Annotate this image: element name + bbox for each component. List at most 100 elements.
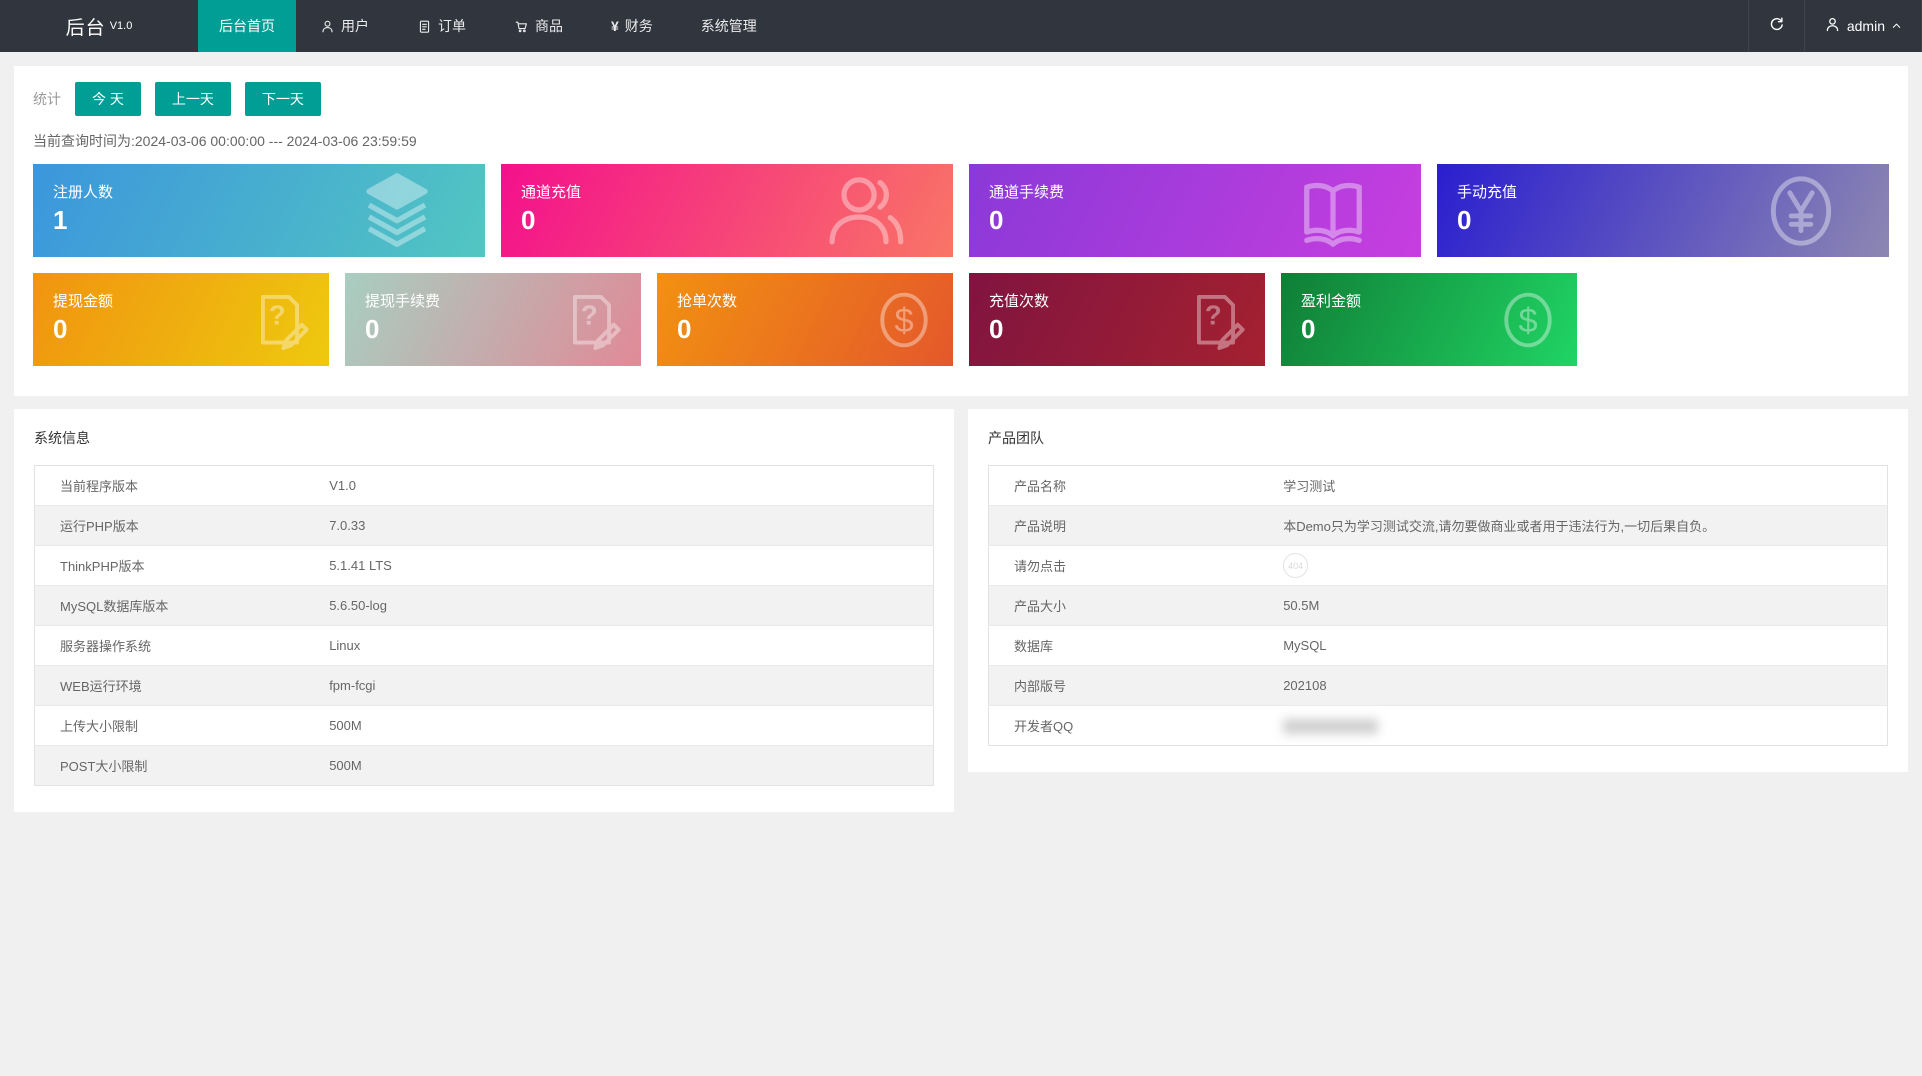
row-value: 7.0.33 <box>304 505 934 546</box>
row-label: 产品名称 <box>1014 479 1067 494</box>
svg-text:?: ? <box>269 299 286 330</box>
dollar-circle-icon: $ <box>871 287 937 353</box>
order-icon <box>417 19 432 34</box>
stat-card-1-2: 通道手续费 0 <box>969 164 1421 257</box>
redacted-value <box>1283 718 1379 734</box>
table-row: ThinkPHP版本 5.1.41 LTS <box>34 545 934 586</box>
row-label: POST大小限制 <box>34 745 305 786</box>
dollar-circle-icon: $ <box>1495 287 1561 353</box>
svg-text:?: ? <box>1205 299 1222 330</box>
date-button-0[interactable]: 今 天 <box>75 82 141 116</box>
table-row: POST大小限制 500M <box>34 745 934 786</box>
main-content: 统计 今 天上一天 下一天 当前查询时间为:2024-03-06 00:00:00… <box>0 52 1922 826</box>
table-row: 请勿点击 404 <box>988 545 1888 586</box>
table-row: MySQL数据库版本 5.6.50-log <box>34 585 934 626</box>
row-label: MySQL数据库版本 <box>34 585 305 626</box>
stat-card-1-1: 通道充值 0 <box>501 164 953 257</box>
admin-menu-button[interactable]: admin <box>1803 0 1922 52</box>
row-value: 202108 <box>1258 665 1888 706</box>
table-row: 服务器操作系统 Linux <box>34 625 934 666</box>
row-value: 5.6.50-log <box>304 585 934 626</box>
admin-user-icon <box>1824 16 1841 36</box>
admin-dashboard-page: 后台 V1.0 后台首页 用户 订单 商品 ¥ 财务 系统管理 admin 统计… <box>0 0 1922 1076</box>
nav-item-2[interactable]: 订单 <box>393 0 490 52</box>
row-label: 当前程序版本 <box>60 479 139 494</box>
row-label: 产品大小 <box>988 585 1259 626</box>
row-value: Linux <box>304 625 934 666</box>
row-label: 内部版号 <box>988 665 1259 706</box>
date-filter-buttons: 今 天上一天 下一天 <box>75 82 321 116</box>
row-label: 数据库 <box>988 625 1259 666</box>
table-row: 产品大小 50.5M <box>988 585 1888 626</box>
row-label: 请勿点击 <box>988 545 1259 586</box>
app-logo: 后台 V1.0 <box>0 0 198 52</box>
nav-item-3[interactable]: 商品 <box>490 0 587 52</box>
row-value: 学习测试 <box>1283 479 1336 494</box>
stat-card-2-1: 提现手续费 0 ? <box>345 273 641 366</box>
main-menu: 后台首页 用户 订单 商品 ¥ 财务 系统管理 <box>198 0 781 52</box>
navbar-right: admin <box>1747 0 1922 52</box>
row-value: 50.5M <box>1258 585 1888 626</box>
stat-card-2-3: 充值次数 0 ? <box>969 273 1265 366</box>
row-label: 运行PHP版本 <box>34 505 305 546</box>
stat-card-1-0: 注册人数 1 <box>33 164 485 257</box>
cart-icon <box>514 19 529 34</box>
table-row: 数据库 MySQL <box>988 625 1888 666</box>
stat-card-2-0: 提现金额 0 ? <box>33 273 329 366</box>
row-value <box>1258 705 1888 746</box>
row-value: fpm-fcgi <box>304 665 934 706</box>
yen-circle-icon <box>1759 169 1843 253</box>
product-team-title: 产品团队 <box>988 430 1044 446</box>
row-label: 开发者QQ <box>988 705 1259 746</box>
book-icon <box>1291 169 1375 253</box>
nav-item-1[interactable]: 用户 <box>296 0 393 52</box>
system-info-table: 当前程序版本 V1.0 运行PHP版本 7.0.33 ThinkPHP版本 5.… <box>34 465 934 786</box>
badge-404[interactable]: 404 <box>1283 553 1309 578</box>
table-row: 产品名称 学习测试 <box>989 466 1888 506</box>
row-label: 服务器操作系统 <box>34 625 305 666</box>
product-team-panel: 产品团队 产品名称 学习测试 产品说明 本Demo只为学习测试交流,请勿要做商业… <box>968 409 1908 772</box>
admin-username: admin <box>1846 18 1885 34</box>
stat-card-1-3: 手动充值 0 <box>1437 164 1889 257</box>
refresh-icon <box>1768 15 1785 37</box>
stats-header: 统计 今 天上一天 下一天 <box>33 82 1889 116</box>
doc-question-icon: ? <box>1183 287 1249 353</box>
yen-icon: ¥ <box>611 18 619 34</box>
table-row: 上传大小限制 500M <box>34 705 934 746</box>
row-value: V1.0 <box>329 478 356 493</box>
user-icon <box>320 19 335 34</box>
row-value: 500M <box>304 745 934 786</box>
nav-item-0[interactable]: 后台首页 <box>198 0 296 52</box>
table-row: 运行PHP版本 7.0.33 <box>34 505 934 546</box>
query-time-text: 当前查询时间为:2024-03-06 00:00:00 --- 2024-03-… <box>33 133 417 149</box>
stats-title: 统计 <box>33 91 61 107</box>
product-team-table: 产品名称 学习测试 产品说明 本Demo只为学习测试交流,请勿要做商业或者用于违… <box>988 465 1888 746</box>
table-row: 内部版号 202108 <box>988 665 1888 706</box>
row-value: MySQL <box>1258 625 1888 666</box>
top-navbar: 后台 V1.0 后台首页 用户 订单 商品 ¥ 财务 系统管理 admin <box>0 0 1922 52</box>
nav-item-4[interactable]: ¥ 财务 <box>587 0 677 52</box>
users-icon <box>823 169 907 253</box>
stats-panel: 统计 今 天上一天 下一天 当前查询时间为:2024-03-06 00:00:00… <box>14 66 1908 396</box>
row-value: 5.1.41 LTS <box>304 545 934 586</box>
table-row: 开发者QQ <box>988 705 1888 746</box>
date-button-2[interactable]: 下一天 <box>244 82 321 116</box>
refresh-button[interactable] <box>1747 0 1804 52</box>
row-label: 产品说明 <box>988 505 1259 546</box>
table-row: 当前程序版本 V1.0 <box>35 466 934 506</box>
table-row: 产品说明 本Demo只为学习测试交流,请勿要做商业或者用于违法行为,一切后果自负… <box>988 505 1888 546</box>
nav-item-5[interactable]: 系统管理 <box>677 0 781 52</box>
stat-card-2-2: 抢单次数 0 $ <box>657 273 953 366</box>
svg-text:$: $ <box>894 302 913 340</box>
info-section: 系统信息 当前程序版本 V1.0 运行PHP版本 7.0.33 ThinkPHP… <box>14 409 1908 812</box>
chevron-up-icon <box>1891 18 1902 34</box>
system-info-title: 系统信息 <box>34 430 90 446</box>
row-label: 上传大小限制 <box>34 705 305 746</box>
app-title: 后台 <box>65 17 106 39</box>
doc-question-icon: ? <box>247 287 313 353</box>
table-row: WEB运行环境 fpm-fcgi <box>34 665 934 706</box>
row-label: ThinkPHP版本 <box>34 545 305 586</box>
date-button-1[interactable]: 上一天 <box>154 82 231 116</box>
stat-card-2-4: 盈利金额 0 $ <box>1281 273 1577 366</box>
row-value: 本Demo只为学习测试交流,请勿要做商业或者用于违法行为,一切后果自负。 <box>1258 505 1888 546</box>
